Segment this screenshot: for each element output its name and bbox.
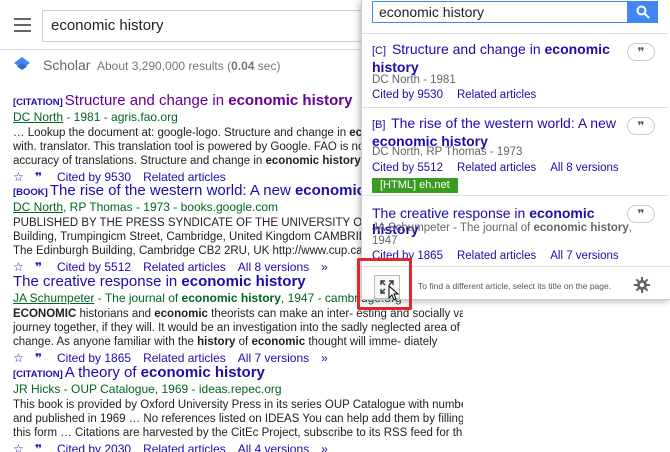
cited-by-link[interactable]: Cited by 2030 — [57, 442, 131, 452]
results-count: About 3,290,000 results (0.04 sec) — [97, 59, 281, 73]
result-item: [CITATION] A theory of economic history J… — [13, 364, 463, 452]
cited-by-link[interactable]: Cited by 5512 — [372, 162, 443, 174]
versions-link[interactable]: All 4 versions — [238, 442, 309, 452]
popup-result-item: [B] The rise of the western world: A new… — [362, 107, 668, 195]
result-actions: ☆ ❞ Cited by 1865 Related articles All 7… — [13, 351, 463, 365]
cited-by-link[interactable]: Cited by 5512 — [57, 260, 131, 274]
highlight-box — [357, 258, 412, 310]
versions-link[interactable]: All 7 versions — [238, 351, 309, 365]
related-articles-link[interactable]: Related articles — [143, 442, 226, 452]
related-articles-link[interactable]: Related articles — [457, 162, 536, 174]
scholar-brand[interactable]: Scholar — [43, 57, 90, 73]
popup-result-source: DC North - 1981 — [372, 74, 456, 86]
star-icon[interactable]: ☆ — [13, 352, 25, 364]
related-articles-link[interactable]: Related articles — [143, 351, 226, 365]
cite-icon[interactable]: ❞ — [627, 205, 655, 223]
more-icon[interactable]: » — [321, 352, 333, 364]
cite-icon[interactable]: ❞ — [35, 352, 47, 364]
popup-result-source: JA Schumpeter - The journal of economic … — [372, 222, 632, 247]
popup-result-actions: Cited by 5512 Related articles All 8 versi… — [372, 162, 633, 174]
popup-search-input[interactable]: economic history — [372, 1, 628, 23]
cited-by-link[interactable]: Cited by 9530 — [372, 89, 443, 101]
gear-icon[interactable] — [634, 277, 650, 293]
scholar-logo-icon[interactable] — [14, 57, 30, 71]
popup-result-item: The creative response in economic histor… — [362, 195, 668, 266]
related-articles-link[interactable]: Related articles — [143, 260, 226, 274]
star-icon[interactable]: ☆ — [13, 261, 25, 273]
result-snippet: This book is provided by Oxford Universi… — [13, 399, 463, 439]
popup-result-actions: Cited by 9530 Related articles — [372, 89, 550, 101]
search-icon — [636, 5, 650, 19]
popup-result-source: DC North, RP Thomas - 1973 — [372, 146, 523, 158]
related-articles-link[interactable]: Related articles — [457, 250, 536, 262]
scholar-button-popup: economic history [C] Structure and chang… — [361, 0, 670, 300]
versions-link[interactable]: All 8 versions — [238, 260, 309, 274]
cite-icon[interactable]: ❞ — [627, 117, 655, 135]
cite-icon[interactable]: ❞ — [627, 43, 655, 61]
popup-result-title[interactable]: [B] The rise of the western world: A new… — [372, 115, 617, 149]
cite-icon[interactable]: ❞ — [35, 261, 47, 273]
menu-icon[interactable] — [14, 18, 31, 32]
cursor-icon — [388, 285, 400, 301]
popup-hint: To find a different article, select its … — [418, 281, 612, 291]
popup-result-title[interactable]: [C] Structure and change in economic his… — [372, 41, 617, 75]
versions-link[interactable]: All 8 versions — [550, 162, 618, 174]
star-icon[interactable]: ☆ — [13, 443, 25, 452]
result-snippet: ECONOMIC historians and economic theoris… — [13, 308, 463, 348]
popup-search-button[interactable] — [628, 1, 658, 23]
versions-link[interactable]: All 7 versions — [550, 250, 618, 262]
cite-icon[interactable]: ❞ — [35, 443, 47, 452]
html-pdf-badge[interactable]: [HTML] eh.net — [372, 178, 458, 193]
cited-by-link[interactable]: Cited by 1865 — [57, 351, 131, 365]
more-icon[interactable]: » — [321, 443, 333, 452]
scholar-search-input[interactable]: economic history — [42, 10, 372, 42]
result-actions: ☆ ❞ Cited by 2030 Related articles All 4… — [13, 442, 463, 452]
more-icon[interactable]: » — [321, 261, 333, 273]
result-title[interactable]: [CITATION] A theory of economic history — [13, 364, 463, 381]
related-articles-link[interactable]: Related articles — [457, 89, 536, 101]
popup-result-item: [C] Structure and change in economic his… — [362, 33, 668, 107]
result-source: JR Hicks - OUP Catalogue, 1969 - ideas.r… — [13, 382, 282, 396]
